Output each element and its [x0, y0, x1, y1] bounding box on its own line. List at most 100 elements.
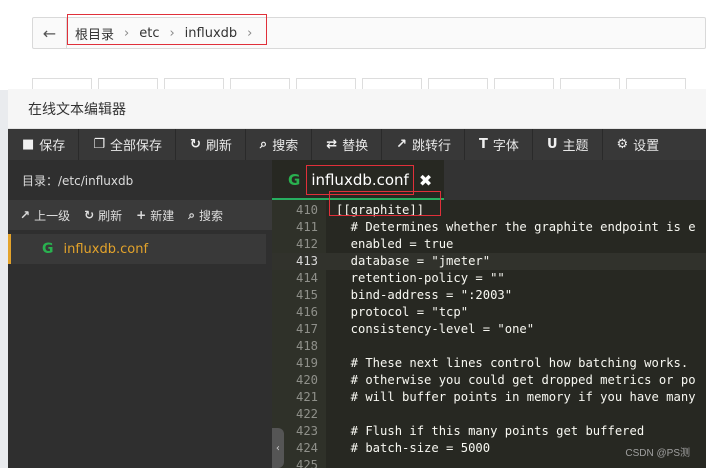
close-icon[interactable]: ✖: [419, 171, 432, 190]
gear-icon: ⚙: [616, 137, 629, 152]
line-number: 412: [295, 237, 318, 251]
line-number: 425: [295, 458, 318, 468]
code-text: database = "jmeter": [336, 254, 491, 268]
file-sidebar: 目录：/etc/influxdb ↗ 上一级 ↻ 刷新 + 新建 ⌕ 搜索 G infl…: [8, 160, 272, 468]
line-number: 419: [295, 356, 318, 370]
chevron-left-icon: ‹: [274, 442, 282, 454]
parent-dir-button[interactable]: ↗ 上一级: [20, 207, 70, 224]
line-number: 420: [295, 373, 318, 387]
plus-icon: +: [136, 208, 147, 222]
editor-pane: G influxdb.conf ✖ 410 [[graphite]] 411 # D…: [272, 160, 706, 468]
code-line[interactable]: 415 bind-address = ":2003": [272, 287, 706, 304]
watermark: CSDN @PS测: [625, 448, 690, 459]
refresh-icon: ↻: [189, 137, 201, 152]
code-editor[interactable]: 410 [[graphite]] 411 # Determines whether …: [272, 200, 706, 468]
code-line[interactable]: 423 # Flush if this many points get buff…: [272, 423, 706, 440]
breadcrumb: ← 根目录 › etc › influxdb ›: [32, 17, 706, 49]
sidebar-refresh-label: 刷新: [98, 208, 123, 223]
window-title: 在线文本编辑器: [8, 89, 706, 129]
chevron-right-icon: ›: [124, 25, 130, 41]
save-button[interactable]: ■ 保存: [8, 129, 80, 160]
code-line[interactable]: 413 database = "jmeter": [272, 253, 706, 270]
refresh-icon: ↻: [84, 208, 95, 222]
breadcrumb-influxdb[interactable]: influxdb: [185, 26, 237, 41]
line-number: 416: [295, 305, 318, 319]
search-label: 搜索: [272, 139, 299, 154]
refresh-label: 刷新: [205, 139, 232, 154]
replace-icon: ⇄: [326, 137, 338, 152]
save-all-label: 全部保存: [109, 139, 162, 154]
chevron-right-icon: ›: [169, 25, 175, 41]
sidebar-search-label: 搜索: [198, 208, 223, 223]
sidebar-toolbar: ↗ 上一级 ↻ 刷新 + 新建 ⌕ 搜索: [8, 200, 272, 230]
file-item-influxdb-conf[interactable]: G influxdb.conf: [8, 234, 266, 264]
new-file-label: 新建: [150, 208, 175, 223]
code-line[interactable]: 412 enabled = true: [272, 236, 706, 253]
theme-button[interactable]: U 主题: [533, 129, 603, 160]
code-line[interactable]: 420 # otherwise you could get dropped me…: [272, 372, 706, 389]
search-icon: ⌕: [259, 137, 268, 152]
file-name: influxdb.conf: [63, 241, 149, 257]
font-icon: T: [479, 137, 488, 152]
settings-button[interactable]: ⚙ 设置: [603, 129, 673, 160]
code-line[interactable]: 411 # Determines whether the graphite en…: [272, 219, 706, 236]
tab-influxdb-conf[interactable]: G influxdb.conf ✖: [272, 160, 444, 200]
code-line[interactable]: 410 [[graphite]]: [272, 202, 706, 219]
code-text: # Determines whether the graphite endpoi…: [336, 220, 696, 234]
goto-line-label: 跳转行: [412, 139, 452, 154]
file-g-icon: G: [288, 171, 301, 189]
code-line[interactable]: 418: [272, 338, 706, 355]
code-text: protocol = "tcp": [336, 305, 469, 319]
line-number: 424: [295, 441, 318, 455]
theme-icon: U: [546, 137, 558, 152]
breadcrumb-root[interactable]: 根目录: [75, 24, 114, 43]
line-number: 423: [295, 424, 318, 438]
back-button[interactable]: ←: [33, 18, 67, 48]
replace-button[interactable]: ⇄ 替换: [312, 129, 383, 160]
replace-label: 替换: [342, 139, 369, 154]
line-number: 411: [295, 220, 318, 234]
code-line[interactable]: 416 protocol = "tcp": [272, 304, 706, 321]
sidebar-refresh-button[interactable]: ↻ 刷新: [84, 207, 122, 224]
collapse-sidebar-handle[interactable]: ‹: [272, 428, 284, 468]
code-text: # otherwise you could get dropped metric…: [336, 373, 696, 387]
theme-label: 主题: [562, 139, 589, 154]
code-line[interactable]: 417 consistency-level = "one": [272, 321, 706, 338]
code-text: # Flush if this many points get buffered: [336, 424, 645, 438]
new-file-button[interactable]: + 新建: [136, 207, 174, 224]
code-text: bind-address = ":2003": [336, 288, 513, 302]
font-button[interactable]: T 字体: [465, 129, 533, 160]
search-button[interactable]: ⌕ 搜索: [246, 129, 313, 160]
save-icon: ■: [22, 137, 35, 152]
line-number: 414: [295, 271, 318, 285]
arrow-left-icon: ←: [42, 23, 57, 43]
arrow-up-icon: ↗: [20, 208, 31, 222]
settings-label: 设置: [633, 139, 660, 154]
code-line[interactable]: 422: [272, 406, 706, 423]
line-number: 421: [295, 390, 318, 404]
save-all-button[interactable]: ❐ 全部保存: [79, 129, 176, 160]
refresh-button[interactable]: ↻ 刷新: [176, 129, 246, 160]
breadcrumb-etc[interactable]: etc: [139, 26, 159, 41]
line-number: 410: [295, 203, 318, 217]
tab-bar: G influxdb.conf ✖: [272, 160, 706, 200]
code-text: # batch-size = 5000: [336, 441, 491, 455]
code-text: # These next lines control how batching …: [336, 356, 689, 370]
goto-line-icon: ↗: [396, 137, 408, 152]
font-label: 字体: [492, 139, 519, 154]
editor-toolbar: ■ 保存 ❐ 全部保存 ↻ 刷新 ⌕ 搜索 ⇄ 替换 ↗ 跳转行 T 字体 U 主题 ⚙ 设置: [8, 129, 706, 160]
chevron-right-icon: ›: [247, 25, 253, 41]
line-number: 415: [295, 288, 318, 302]
code-text: # will buffer points in memory if you ha…: [336, 390, 696, 404]
code-line[interactable]: 419 # These next lines control how batch…: [272, 355, 706, 372]
online-text-editor-window: 在线文本编辑器 ■ 保存 ❐ 全部保存 ↻ 刷新 ⌕ 搜索 ⇄ 替换 ↗ 跳转行 T 字体 U…: [8, 89, 706, 468]
goto-line-button[interactable]: ↗ 跳转行: [382, 129, 466, 160]
line-number: 413: [295, 254, 318, 268]
breadcrumb-trail: 根目录 › etc › influxdb ›: [75, 18, 262, 48]
file-g-icon: G: [42, 241, 54, 257]
tab-label: influxdb.conf: [311, 171, 409, 189]
code-line[interactable]: 421 # will buffer points in memory if yo…: [272, 389, 706, 406]
code-text: [[graphite]]: [336, 203, 425, 217]
sidebar-search-button[interactable]: ⌕ 搜索: [188, 207, 223, 224]
code-line[interactable]: 414 retention-policy = "": [272, 270, 706, 287]
